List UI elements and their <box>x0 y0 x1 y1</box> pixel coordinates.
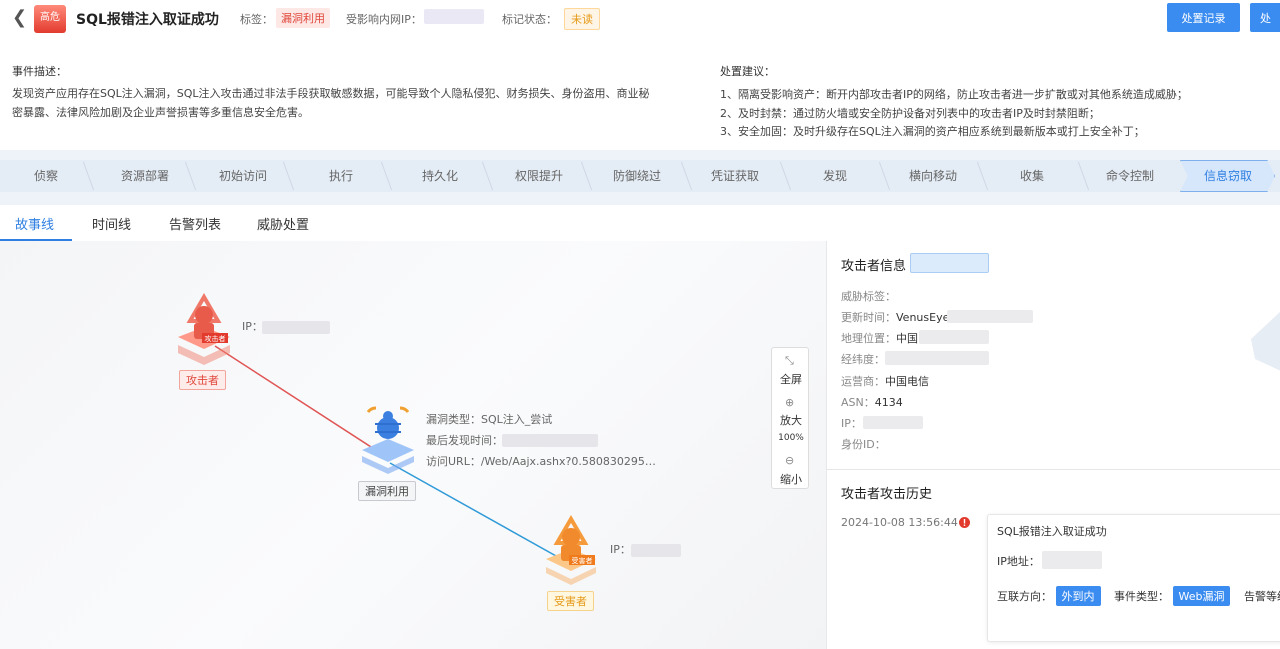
visit-url: 访问URL：/Web/Aajx.ashx?0.580830295… <box>426 455 656 468</box>
page-header: ❮ 高危 SQL报错注入取证成功 标签： 漏洞利用 受影响内网IP： 标记状态：… <box>0 0 1280 40</box>
attack-history-title: 攻击者攻击历史 <box>841 487 933 502</box>
zoom-level: 100% <box>778 433 804 443</box>
page-title: SQL报错注入取证成功 <box>76 12 219 28</box>
location-redacted <box>919 330 989 344</box>
location-value: 中国 <box>896 332 918 345</box>
zoom-out-icon[interactable]: ⊖ <box>785 454 794 467</box>
fullscreen-button[interactable]: 全屏 <box>772 371 810 387</box>
threat-tag-label: 威胁标签： <box>841 290 896 303</box>
asn-row: ASN：4134 <box>841 396 903 409</box>
detail-tabs: 故事线 时间线 告警列表 威胁处置 <box>0 205 1280 241</box>
advice-item: 3、安全加固：及时升级存在SQL注入漏洞的资产相应系统到最新版本或打上安全补丁； <box>720 125 1145 138</box>
victim-node-label[interactable]: 受害者 <box>547 591 594 611</box>
exploit-node-label[interactable]: 漏洞利用 <box>358 481 416 501</box>
tag-label: 标签： <box>240 13 273 26</box>
records-button[interactable]: 处置记录 <box>1167 3 1240 32</box>
mark-label: 标记状态： <box>502 13 557 26</box>
attacker-node-label[interactable]: 攻击者 <box>179 370 226 390</box>
severity-badge: 高危 <box>34 5 66 33</box>
advice-title: 处置建议： <box>720 65 775 78</box>
latlng-label: 经纬度： <box>841 353 885 366</box>
identity-id-label: 身份ID： <box>841 438 886 451</box>
exploit-type: 漏洞类型：SQL注入_尝试 <box>426 413 553 426</box>
attacker-ip-redacted <box>262 321 330 334</box>
storyline-graph: 攻击者 攻击者 IP： 漏洞利用 漏洞类型：SQL注入_尝试 最后发现时间： 访… <box>0 241 826 649</box>
graph-zoom-control: ⤡ 全屏 ⊕ 放大 100% ⊖ 缩小 <box>771 347 809 489</box>
update-time-row: 更新时间：VenusEye: <box>841 311 954 324</box>
panel-divider <box>827 469 1280 470</box>
alert-level-label: 告警等级 <box>1243 590 1280 603</box>
zoom-in-button[interactable]: 放大 <box>772 412 810 428</box>
internal-ip-redacted <box>424 9 484 24</box>
history-event-card[interactable]: SQL报错注入取证成功 IP地址： 互联方向： 外到内 事件类型： Web漏洞 … <box>987 514 1280 642</box>
advice-item: 2、及时封禁：通过防火墙或安全防护设备对列表中的攻击者IP及时封禁阻断； <box>720 107 1100 120</box>
history-meta-row: 互联方向： 外到内 事件类型： Web漏洞 告警等级 <box>997 586 1280 606</box>
attacker-node-icon[interactable]: 攻击者 <box>172 293 236 365</box>
zoom-out-button[interactable]: 缩小 <box>772 471 810 487</box>
attacker-icon-text: 攻击者 <box>205 334 226 343</box>
asn-value: 4134 <box>874 396 903 409</box>
victim-ip-redacted <box>631 544 681 557</box>
history-event-title: SQL报错注入取证成功 <box>997 525 1107 538</box>
kill-chain-stage[interactable]: 发现 <box>790 160 880 192</box>
kill-chain-stage[interactable]: 横向移动 <box>888 160 978 192</box>
history-time: 2024-10-08 13:56:44 <box>841 516 958 529</box>
victim-edge <box>389 462 566 562</box>
alert-icon <box>959 517 970 528</box>
back-arrow-icon[interactable]: ❮ <box>12 9 27 27</box>
kill-chain-stage[interactable]: 持久化 <box>395 160 485 192</box>
mark-status-badge: 未读 <box>564 8 600 30</box>
isp-row: 运营商：中国电信 <box>841 375 929 388</box>
exploit-node-icon[interactable] <box>358 406 418 476</box>
kill-chain-stage[interactable]: 侦察 <box>10 160 82 192</box>
location-row: 地理位置：中国 <box>841 332 918 345</box>
victim-node-icon[interactable]: 受害者 <box>540 515 602 585</box>
isp-value: 中国电信 <box>885 375 929 388</box>
attacker-info-title: 攻击者信息 <box>841 259 907 274</box>
kill-chain-stage[interactable]: 命令控制 <box>1085 160 1175 192</box>
update-time-value: VenusEye: <box>896 311 954 324</box>
event-type-label: 事件类型： <box>1114 590 1169 603</box>
direction-badge: 外到内 <box>1055 586 1101 606</box>
history-ip-label: IP地址： <box>997 555 1040 568</box>
kill-chain-stage[interactable]: 防御绕过 <box>592 160 682 192</box>
description-text: 发现资产应用存在SQL注入漏洞，SQL注入攻击通过非法手段获取敏感数据，可能导致… <box>12 87 650 119</box>
tab-threat-handling[interactable]: 威胁处置 <box>257 214 309 233</box>
tab-alert-list[interactable]: 告警列表 <box>169 214 221 233</box>
description-title: 事件描述： <box>12 65 67 78</box>
victim-icon-text: 受害者 <box>572 556 593 565</box>
kill-chain-stage[interactable]: 凭证获取 <box>690 160 780 192</box>
tab-timeline[interactable]: 时间线 <box>92 214 131 233</box>
attacker-ip-tag-redacted <box>910 253 989 273</box>
victim-ip-label: IP： <box>610 543 631 556</box>
zoom-in-icon[interactable]: ⊕ <box>785 396 794 409</box>
ip-redacted <box>863 416 923 429</box>
tab-storyline[interactable]: 故事线 <box>15 214 54 233</box>
history-ip-redacted <box>1042 551 1102 569</box>
direction-label: 互联方向： <box>997 590 1052 603</box>
last-seen-label: 最后发现时间： <box>426 434 503 447</box>
fullscreen-icon[interactable]: ⤡ <box>785 354 794 368</box>
handle-button[interactable]: 处 <box>1250 3 1280 32</box>
event-type-badge: Web漏洞 <box>1172 586 1231 606</box>
watermark-shield-icon <box>1251 311 1280 371</box>
attacker-info-panel: 攻击者信息 威胁标签： 更新时间：VenusEye: 地理位置：中国 经纬度： … <box>826 241 1280 649</box>
kill-chain-stage[interactable]: 权限提升 <box>494 160 584 192</box>
kill-chain-stage[interactable]: 收集 <box>987 160 1077 192</box>
latlng-redacted <box>885 351 989 365</box>
internal-ip-label: 受影响内网IP： <box>346 13 422 26</box>
update-time-redacted <box>947 310 1033 323</box>
kill-chain-stage-active[interactable]: 信息窃取 <box>1183 160 1273 192</box>
event-summary: 事件描述： 发现资产应用存在SQL注入漏洞，SQL注入攻击通过非法手段获取敏感数… <box>0 55 1280 150</box>
advice-item: 1、隔离受影响资产：断开内部攻击者IP的网络，防止攻击者进一步扩散或对其他系统造… <box>720 88 1188 101</box>
ip-label: IP： <box>841 417 862 430</box>
tag-badge: 漏洞利用 <box>276 8 330 28</box>
attacker-ip-label: IP： <box>242 320 263 333</box>
kill-chain-stage[interactable]: 执行 <box>296 160 386 192</box>
kill-chain-stage[interactable]: 初始访问 <box>198 160 288 192</box>
kill-chain-bar: 侦察 资源部署 初始访问 执行 持久化 权限提升 防御绕过 凭证获取 发现 横向… <box>0 150 1280 205</box>
kill-chain-stage[interactable]: 资源部署 <box>100 160 190 192</box>
last-seen-redacted <box>502 434 598 447</box>
